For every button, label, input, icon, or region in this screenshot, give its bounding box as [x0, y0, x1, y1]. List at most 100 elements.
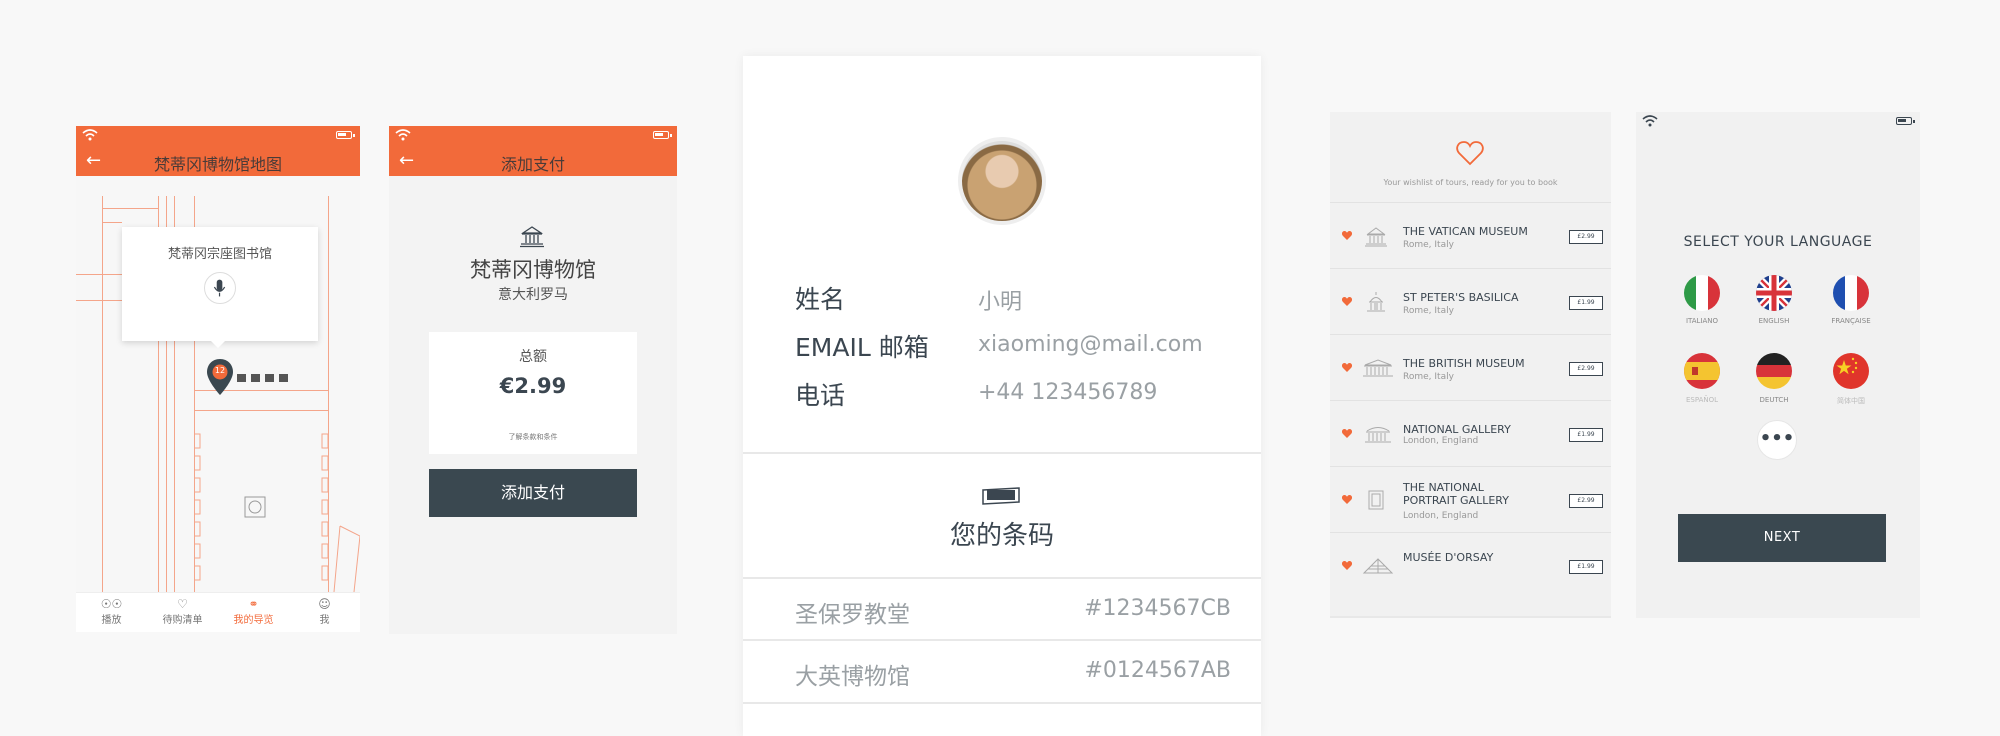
heart-icon	[1456, 141, 1484, 166]
audio-play-button[interactable]	[204, 272, 236, 304]
price-ticket[interactable]: £2.99	[1569, 362, 1603, 376]
uk-flag-icon[interactable]	[1756, 275, 1792, 311]
item-location: Rome, Italy	[1403, 372, 1454, 382]
battery-icon	[336, 131, 355, 139]
spain-flag-icon[interactable]	[1684, 353, 1720, 389]
email-label: EMAIL 邮箱	[795, 333, 929, 362]
page-title: 梵蒂冈博物馆地图	[153, 155, 282, 174]
ticket-icon	[982, 487, 1020, 505]
total-card: 总额 €2.99 了解条款和条件	[429, 332, 637, 454]
map-screen: ← 梵蒂冈博物馆地图 梵蒂冈宗座图书馆 12 ☉☉ 播放 ♡ 待购清单 ⚭ 我的…	[76, 126, 360, 632]
email-value[interactable]: xiaoming@mail.com	[978, 332, 1203, 357]
name-value[interactable]: 小明	[978, 284, 1022, 316]
total-amount: €2.99	[499, 374, 567, 398]
status-bar	[76, 126, 360, 144]
more-languages-button[interactable]: •••	[1757, 420, 1797, 460]
language-label: FRANÇAISE	[1831, 317, 1871, 325]
item-location: London, England	[1403, 436, 1479, 446]
map-line	[102, 222, 122, 223]
location-popup[interactable]: 梵蒂冈宗座图书馆	[122, 227, 318, 348]
portrait-frame-icon	[1368, 490, 1384, 510]
list-item[interactable]: THE NATIONAL PORTRAIT GALLERY London, En…	[1330, 466, 1611, 532]
barcode-code: #0124567AB	[1084, 658, 1231, 683]
item-name: MUSÉE D'ORSAY	[1403, 551, 1494, 564]
museum-icon	[1365, 227, 1387, 247]
map-line	[102, 196, 103, 592]
tab-me[interactable]: ☺ 我	[289, 597, 360, 626]
map-line	[102, 208, 158, 209]
china-flag-icon[interactable]	[1833, 353, 1869, 389]
list-item[interactable]: MUSÉE D'ORSAY £1.99	[1330, 532, 1611, 598]
profile-screen: 姓名 小明 EMAIL 邮箱 xiaoming@mail.com 电话 +44 …	[743, 56, 1261, 736]
item-name: THE BRITISH MUSEUM	[1403, 357, 1525, 370]
item-name: ST PETER'S BASILICA	[1403, 291, 1519, 304]
item-name: THE NATIONAL PORTRAIT GALLERY	[1403, 481, 1509, 507]
barcode-row[interactable]: 圣保罗教堂 #1234567CB	[743, 579, 1261, 639]
map-line	[76, 300, 122, 301]
battery-icon	[1896, 117, 1915, 125]
divider	[1330, 616, 1611, 618]
wishlist-screen: Your wishlist of tours, ready for you to…	[1330, 112, 1611, 618]
next-button[interactable]: NEXT	[1678, 514, 1886, 562]
gallery-icon	[1365, 427, 1391, 443]
language-label: ESPAÑOL	[1685, 396, 1719, 404]
tab-wishlist[interactable]: ♡ 待购清单	[147, 597, 218, 626]
map-pin[interactable]: 12	[206, 358, 234, 396]
language-title: SELECT YOUR LANGUAGE	[1683, 234, 1873, 250]
divider	[743, 452, 1261, 454]
museum-name: 梵蒂冈博物馆	[470, 258, 596, 282]
museum-icon	[520, 226, 544, 248]
phone-label: 电话	[795, 381, 846, 410]
basilica-icon	[1367, 292, 1385, 312]
status-bar	[389, 126, 677, 144]
item-location: London, England	[1403, 511, 1479, 521]
page-title: 添加支付	[500, 155, 565, 174]
language-label: DEUTCH	[1759, 396, 1789, 404]
avatar[interactable]	[958, 137, 1046, 225]
list-item[interactable]: THE BRITISH MUSEUM Rome, Italy £2.99	[1330, 334, 1611, 400]
price-ticket[interactable]: £1.99	[1569, 296, 1603, 310]
popup-title: 梵蒂冈宗座图书馆	[167, 247, 272, 262]
tab-my-tours[interactable]: ⚭ 我的导览	[218, 597, 289, 626]
barcode-row[interactable]: 大英博物馆 #0124567AB	[743, 641, 1261, 701]
heart-filled-icon[interactable]	[1342, 429, 1352, 438]
camera-icon[interactable]	[244, 496, 266, 518]
list-item[interactable]: THE VATICAN MUSEUM Rome, Italy £2.99	[1330, 202, 1611, 268]
list-item[interactable]: NATIONAL GALLERY London, England £1.99	[1330, 400, 1611, 466]
price-ticket[interactable]: £2.99	[1569, 494, 1603, 508]
tab-label: 待购清单	[162, 615, 203, 626]
price-ticket[interactable]: £1.99	[1569, 428, 1603, 442]
barcode-title: 您的条码	[949, 521, 1054, 551]
museum-icon	[1363, 359, 1393, 377]
wifi-icon	[1642, 115, 1658, 127]
tab-play[interactable]: ☉☉ 播放	[76, 597, 147, 626]
payment-screen: ← 添加支付 梵蒂冈博物馆 意大利罗马 总额 €2.99 了解条款和条件 添加支…	[389, 126, 677, 634]
price-ticket[interactable]: £2.99	[1569, 230, 1603, 244]
heart-filled-icon[interactable]	[1342, 561, 1352, 570]
italian-flag-icon[interactable]	[1684, 275, 1720, 311]
phone-value[interactable]: +44 123456789	[978, 380, 1157, 405]
tab-bar: ☉☉ 播放 ♡ 待购清单 ⚭ 我的导览 ☺ 我	[76, 592, 360, 632]
wifi-icon	[395, 129, 411, 141]
add-payment-button[interactable]: 添加支付	[429, 469, 637, 517]
heart-filled-icon[interactable]	[1342, 363, 1352, 372]
status-bar	[1636, 112, 1920, 130]
france-flag-icon[interactable]	[1833, 275, 1869, 311]
heart-filled-icon[interactable]	[1342, 297, 1352, 306]
list-item[interactable]: ST PETER'S BASILICA Rome, Italy £1.99	[1330, 268, 1611, 334]
museum-location: 意大利罗马	[498, 287, 568, 303]
heart-filled-icon[interactable]	[1342, 231, 1352, 240]
language-label: 简体中国	[1837, 397, 1865, 405]
terms-link[interactable]: 了解条款和条件	[429, 432, 637, 442]
heart-filled-icon[interactable]	[1342, 495, 1352, 504]
language-screen: SELECT YOUR LANGUAGE ITALIANO ENGLISH FR…	[1636, 112, 1920, 618]
popup-pointer	[210, 340, 226, 348]
map-rooms	[194, 433, 360, 592]
item-location: Rome, Italy	[1403, 240, 1454, 250]
pyramid-icon	[1362, 558, 1394, 574]
tab-label: 播放	[101, 615, 122, 626]
germany-flag-icon[interactable]	[1756, 353, 1792, 389]
location-pin-icon	[207, 359, 233, 395]
price-ticket[interactable]: £1.99	[1569, 560, 1603, 574]
barcode-venue: 大英博物馆	[795, 664, 910, 690]
